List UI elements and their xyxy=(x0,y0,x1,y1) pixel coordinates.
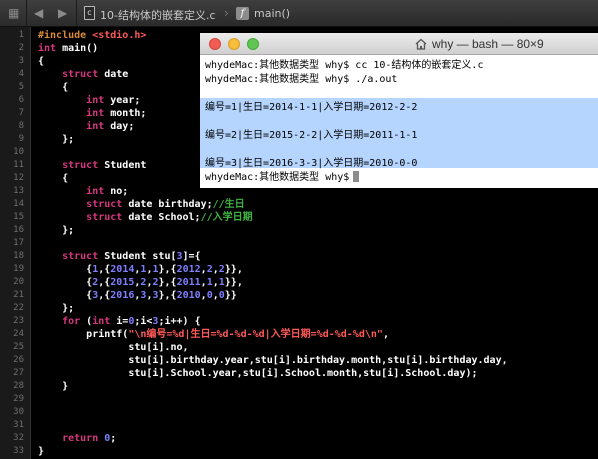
line-number: 9 xyxy=(18,134,24,144)
terminal-line-2: whydeMac:其他数据类型 why$ ./a.out xyxy=(205,74,398,85)
zoom-button[interactable] xyxy=(247,38,259,50)
line-number: 11 xyxy=(13,160,24,170)
line-number: 26 xyxy=(13,355,24,365)
line-number: 31 xyxy=(13,420,24,430)
back-arrow-icon[interactable]: ◀ xyxy=(34,6,43,20)
line-number: 32 xyxy=(13,433,24,443)
close-button[interactable] xyxy=(209,38,221,50)
line-number: 19 xyxy=(13,264,24,274)
terminal-output-line-3: 编号=3|生日=2016-3-3|入学日期=2010-0-0 xyxy=(205,158,418,169)
line-number-gutter: 1 2 3 4 5 6 7 8 9 10 11 12 13 14 15 16 17 18 19 20 21 22 23 24 2… xyxy=(0,27,31,459)
forward-arrow-icon[interactable]: ▶ xyxy=(58,6,67,20)
code-line-21: {3,{2016,3,3},{2010,0,0}} xyxy=(86,290,237,301)
line-number: 12 xyxy=(13,173,24,183)
code-line-12: { xyxy=(62,173,69,184)
line-number: 4 xyxy=(18,69,24,79)
breadcrumb-function[interactable]: main() xyxy=(254,7,290,20)
code-line-25: stu[i].no, xyxy=(128,342,189,353)
terminal-output-line-2: 编号=2|生日=2015-2-2|入学日期=2011-1-1 xyxy=(205,130,418,141)
divider xyxy=(76,0,77,26)
line-number: 14 xyxy=(13,199,24,209)
function-icon: f xyxy=(236,7,249,20)
terminal-window[interactable]: why — bash — 80×9 whydeMac:其他数据类型 why$ c… xyxy=(200,33,598,188)
line-number: 8 xyxy=(18,121,24,131)
terminal-prompt-line[interactable]: whydeMac:其他数据类型 why$ xyxy=(205,171,360,185)
code-line-11: struct Student xyxy=(62,160,147,171)
line-number: 3 xyxy=(18,56,24,66)
code-line-2: int main() xyxy=(38,43,99,54)
terminal-output-line-1: 编号=1|生日=2014-1-1|入学日期=2012-2-2 xyxy=(205,102,418,113)
line-number: 21 xyxy=(13,290,24,300)
breadcrumb-file[interactable]: 10-结构体的嵌套定义.c xyxy=(100,7,216,23)
line-number: 27 xyxy=(13,368,24,378)
terminal-title: why — bash — 80×9 xyxy=(432,37,544,51)
code-line-13: int no; xyxy=(86,186,129,197)
terminal-prompt: whydeMac:其他数据类型 why$ xyxy=(205,172,350,183)
line-number: 13 xyxy=(13,186,24,196)
terminal-line-1: whydeMac:其他数据类型 why$ cc 10-结构体的嵌套定义.c xyxy=(205,60,484,71)
code-line-18: struct Student stu[3]={ xyxy=(62,251,201,262)
chevron-right-icon: › xyxy=(224,6,229,20)
terminal-title-bar[interactable]: why — bash — 80×9 xyxy=(200,33,598,55)
line-number: 33 xyxy=(13,446,24,456)
minimize-button[interactable] xyxy=(228,38,240,50)
code-line-23: for (int i=0;i<3;i++) { xyxy=(62,316,201,327)
line-number: 29 xyxy=(13,394,24,404)
code-line-8: int day; xyxy=(86,121,135,132)
code-line-19: {1,{2014,1,1},{2012,2,2}}, xyxy=(86,264,243,275)
c-file-icon: c xyxy=(84,6,95,20)
code-line-15: struct date School;//入学日期 xyxy=(86,212,253,223)
home-folder-icon xyxy=(415,38,427,50)
divider xyxy=(26,0,27,26)
grid-icon[interactable]: ▦ xyxy=(8,6,19,20)
code-line-4: struct date xyxy=(62,69,129,80)
code-line-32: return 0; xyxy=(62,433,117,444)
code-line-1: #include <stdio.h> xyxy=(38,30,147,41)
line-number: 28 xyxy=(13,381,24,391)
line-number: 10 xyxy=(13,147,24,157)
line-number: 30 xyxy=(13,407,24,417)
text-cursor xyxy=(353,171,360,182)
code-line-14: struct date birthday;//生日 xyxy=(86,199,245,210)
line-number: 16 xyxy=(13,225,24,235)
code-line-28: } xyxy=(62,381,69,392)
code-line-9: }; xyxy=(62,134,75,145)
code-line-7: int month; xyxy=(86,108,147,119)
line-number: 18 xyxy=(13,251,24,261)
line-number: 2 xyxy=(18,43,24,53)
code-line-20: {2,{2015,2,2},{2011,1,1}}, xyxy=(86,277,243,288)
line-number: 20 xyxy=(13,277,24,287)
line-number: 15 xyxy=(13,212,24,222)
code-line-33: } xyxy=(38,446,45,457)
code-line-26: stu[i].birthday.year,stu[i].birthday.mon… xyxy=(128,355,508,366)
jump-bar: ▦ ◀ ▶ c 10-结构体的嵌套定义.c › f main() xyxy=(0,0,598,27)
line-number: 6 xyxy=(18,95,24,105)
line-number: 25 xyxy=(13,342,24,352)
code-line-22: }; xyxy=(62,303,75,314)
line-number: 23 xyxy=(13,316,24,326)
line-number: 24 xyxy=(13,329,24,339)
line-number: 1 xyxy=(18,30,24,40)
code-line-16: }; xyxy=(62,225,75,236)
line-number: 22 xyxy=(13,303,24,313)
code-line-27: stu[i].School.year,stu[i].School.month,s… xyxy=(128,368,478,379)
code-line-5: { xyxy=(62,82,69,93)
code-line-6: int year; xyxy=(86,95,141,106)
line-number: 7 xyxy=(18,108,24,118)
line-number: 17 xyxy=(13,238,24,248)
code-line-24: printf("\n编号=%d|生日=%d-%d-%d|入学日期=%d-%d-%… xyxy=(86,329,389,340)
line-number: 5 xyxy=(18,82,24,92)
code-line-3: { xyxy=(38,56,45,67)
